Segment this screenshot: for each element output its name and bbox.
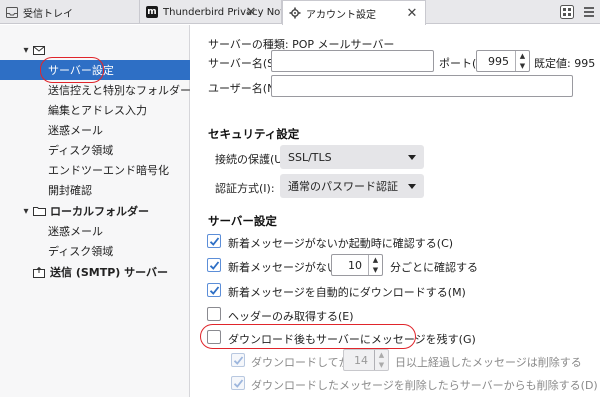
select-value: SSL/TLS xyxy=(288,150,332,164)
sidebar-item-label: 送信控えと特別なフォルダー xyxy=(48,84,191,97)
account-tree: ▾ サーバー設定 送信控えと特別なフォルダー 編集とアドレス入力 迷惑メール デ… xyxy=(0,25,191,397)
sidebar-item-label: 編集とアドレス入力 xyxy=(48,104,147,117)
sidebar-item-local-disk-space[interactable]: ディスク領域 xyxy=(0,241,190,261)
inbox-icon xyxy=(6,6,18,18)
sidebar-item-disk-space[interactable]: ディスク領域 xyxy=(0,140,190,160)
menu-icon[interactable] xyxy=(582,5,596,19)
checkmark-icon xyxy=(209,285,219,295)
auto-download-checkbox[interactable] xyxy=(207,283,221,297)
delete-after-days-checkbox[interactable] xyxy=(231,353,245,367)
sidebar-item-label: 開封確認 xyxy=(48,184,92,197)
security-heading: セキュリティ設定 xyxy=(208,127,300,141)
server-name-input[interactable] xyxy=(271,50,434,72)
auth-method-select[interactable]: 通常のパスワード認証 xyxy=(280,174,424,198)
spin-down-icon[interactable]: ▼ xyxy=(516,61,529,71)
spaces-toolbar-icon[interactable] xyxy=(560,5,574,19)
auto-download-label[interactable]: 新着メッセージを自動的にダウンロードする(M) xyxy=(228,284,466,300)
sidebar-item-local-folders[interactable]: ▾ ローカルフォルダー xyxy=(0,201,190,221)
sidebar-item-label: 迷惑メール xyxy=(48,124,103,137)
sidebar-item-label: ディスク領域 xyxy=(48,144,114,157)
sidebar-item-label: エンドツーエンド暗号化 xyxy=(48,164,169,177)
sidebar-item-label: 迷惑メール xyxy=(48,225,103,238)
sidebar-item-e2e-encryption[interactable]: エンドツーエンド暗号化 xyxy=(0,160,190,180)
days-value: 14 xyxy=(354,354,368,367)
sidebar-item-label: 送信 (SMTP) サーバー xyxy=(50,266,169,279)
delete-from-server-checkbox[interactable] xyxy=(231,376,245,390)
tab-account-settings[interactable]: アカウント設定 ✕ xyxy=(282,0,426,25)
port-stepper[interactable]: 995 ▲ ▼ xyxy=(476,50,530,72)
chevron-down-icon xyxy=(408,154,416,160)
default-port-text: 既定値: 995 xyxy=(534,57,596,70)
port-value: 995 xyxy=(488,55,509,68)
spin-up-icon[interactable]: ▲ xyxy=(375,350,388,360)
check-startup-checkbox[interactable] xyxy=(207,234,221,248)
highlight-oval xyxy=(200,324,416,349)
sidebar-item-label: ローカルフォルダー xyxy=(50,205,149,218)
tab-bar: 受信トレイ m Thunderbird Privacy Notice アカウント… xyxy=(0,0,600,25)
sidebar-item-junk[interactable]: 迷惑メール xyxy=(0,120,190,140)
spin-up-icon[interactable]: ▲ xyxy=(369,255,382,265)
sidebar-item-smtp[interactable]: 送信 (SMTP) サーバー xyxy=(0,262,190,282)
close-icon[interactable]: ✕ xyxy=(405,6,419,21)
select-value: 通常のパスワード認証 xyxy=(288,180,398,193)
checkmark-icon xyxy=(209,236,219,246)
mozilla-icon: m xyxy=(146,6,158,18)
check-startup-label[interactable]: 新着メッセージがないか起動時に確認する(C) xyxy=(228,235,453,251)
sidebar-item-return-receipts[interactable]: 開封確認 xyxy=(0,180,190,200)
sidebar-item-copies-folders[interactable]: 送信控えと特別なフォルダー xyxy=(0,80,191,100)
username-input[interactable] xyxy=(271,75,573,97)
tab-label: アカウント設定 xyxy=(306,9,376,21)
auth-method-label: 認証方式(I): xyxy=(215,182,275,195)
tab-privacy-notice[interactable]: m Thunderbird Privacy Notice xyxy=(140,0,282,24)
outbox-icon xyxy=(32,266,46,278)
tab-label: 受信トレイ xyxy=(23,8,73,20)
highlight-oval xyxy=(40,57,104,83)
tab-label: Thunderbird Privacy Notice xyxy=(163,6,281,18)
chevron-down-icon xyxy=(408,183,416,189)
headers-only-checkbox[interactable] xyxy=(207,307,221,321)
sidebar-item-local-junk[interactable]: 迷惑メール xyxy=(0,221,190,241)
interval-minutes-stepper[interactable]: 10 ▲ ▼ xyxy=(331,254,383,276)
checkmark-icon xyxy=(209,260,219,270)
spin-down-icon[interactable]: ▼ xyxy=(369,265,382,275)
connection-security-select[interactable]: SSL/TLS xyxy=(280,145,424,169)
headers-only-label[interactable]: ヘッダーのみ取得する(E) xyxy=(228,308,354,324)
interval-suffix-label: 分ごとに確認する xyxy=(390,261,478,274)
interval-value: 10 xyxy=(348,259,362,272)
checkmark-icon xyxy=(233,355,243,365)
spin-up-icon[interactable]: ▲ xyxy=(516,51,529,61)
folder-icon xyxy=(32,205,46,217)
server-settings-panel: サーバーの種類: POP メールサーバー サーバー名(S): ポート(P): 9… xyxy=(191,25,600,397)
sidebar-item-composition[interactable]: 編集とアドレス入力 xyxy=(0,100,190,120)
spin-down-icon[interactable]: ▼ xyxy=(375,360,388,370)
envelope-icon xyxy=(32,44,46,56)
chevron-down-icon[interactable]: ▾ xyxy=(20,45,32,56)
check-interval-checkbox[interactable] xyxy=(207,258,221,272)
days-stepper[interactable]: 14 ▲ ▼ xyxy=(343,349,389,371)
chevron-down-icon[interactable]: ▾ xyxy=(20,206,32,217)
tab-inbox[interactable]: 受信トレイ xyxy=(0,0,140,24)
server-settings-heading: サーバー設定 xyxy=(208,214,277,228)
gear-icon xyxy=(289,7,301,19)
sidebar-item-label: ディスク領域 xyxy=(48,245,114,258)
checkmark-icon xyxy=(233,378,243,388)
days-suffix-label: 日以上経過したメッセージは削除する xyxy=(395,356,582,369)
close-icon[interactable]: ✕ xyxy=(244,5,258,20)
delete-from-server-label[interactable]: ダウンロードしたメッセージを削除したらサーバーからも削除する(D) xyxy=(251,377,598,393)
